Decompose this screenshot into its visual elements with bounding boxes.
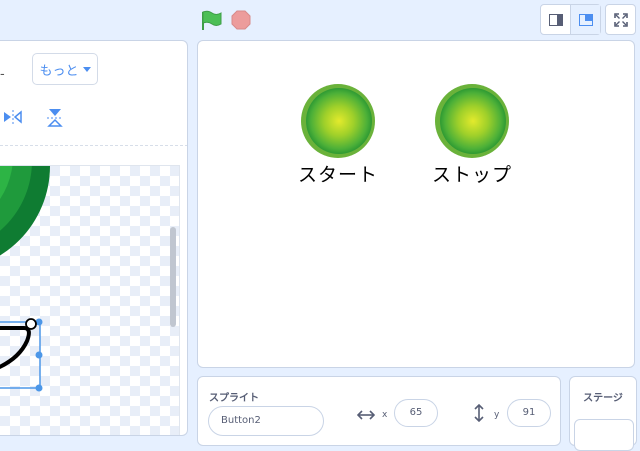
sprite-name-input[interactable]: Button2 <box>208 406 324 436</box>
canvas-scrollbar[interactable] <box>170 227 176 327</box>
more-button[interactable]: もっと <box>32 53 98 85</box>
toolbar-dash: - <box>0 67 5 82</box>
stop-icon[interactable] <box>231 10 251 30</box>
stop-sprite[interactable]: ストップ <box>432 82 512 187</box>
more-label: もっと <box>39 63 79 79</box>
flip-vertical-icon[interactable] <box>46 107 64 127</box>
start-sprite[interactable]: スタート <box>298 82 378 187</box>
large-stage-button[interactable] <box>571 5 600 34</box>
green-flag-icon[interactable] <box>200 9 222 31</box>
chevron-down-icon <box>82 66 91 72</box>
x-arrows-icon <box>357 410 375 420</box>
y-position-input[interactable]: 91 <box>507 399 551 427</box>
small-stage-icon <box>548 13 563 26</box>
stop-button-circle <box>435 84 509 158</box>
stage-thumbnail[interactable] <box>574 419 634 451</box>
costume-editor-panel: - もっと <box>0 40 188 436</box>
sprite-title: スプライト <box>209 393 259 404</box>
start-label: スタート <box>298 164 379 186</box>
y-label: y <box>494 410 500 420</box>
fullscreen-icon <box>613 12 628 27</box>
x-label: x <box>382 410 388 420</box>
start-button-circle <box>301 84 375 158</box>
stage-size-toggle <box>540 4 601 35</box>
small-stage-button[interactable] <box>541 5 570 34</box>
paint-canvas[interactable] <box>0 165 180 435</box>
stop-label: ストップ <box>432 164 513 186</box>
costume-drawing <box>0 166 50 392</box>
y-arrows-icon <box>474 404 484 422</box>
large-stage-icon <box>578 13 593 26</box>
stage-title: ステージ <box>583 393 623 404</box>
flip-horizontal-icon[interactable] <box>2 109 22 125</box>
x-position-input[interactable]: 65 <box>394 399 438 427</box>
toolbar-divider <box>0 145 187 146</box>
stage[interactable]: スタート ストップ <box>197 40 635 368</box>
fullscreen-button[interactable] <box>605 4 636 35</box>
